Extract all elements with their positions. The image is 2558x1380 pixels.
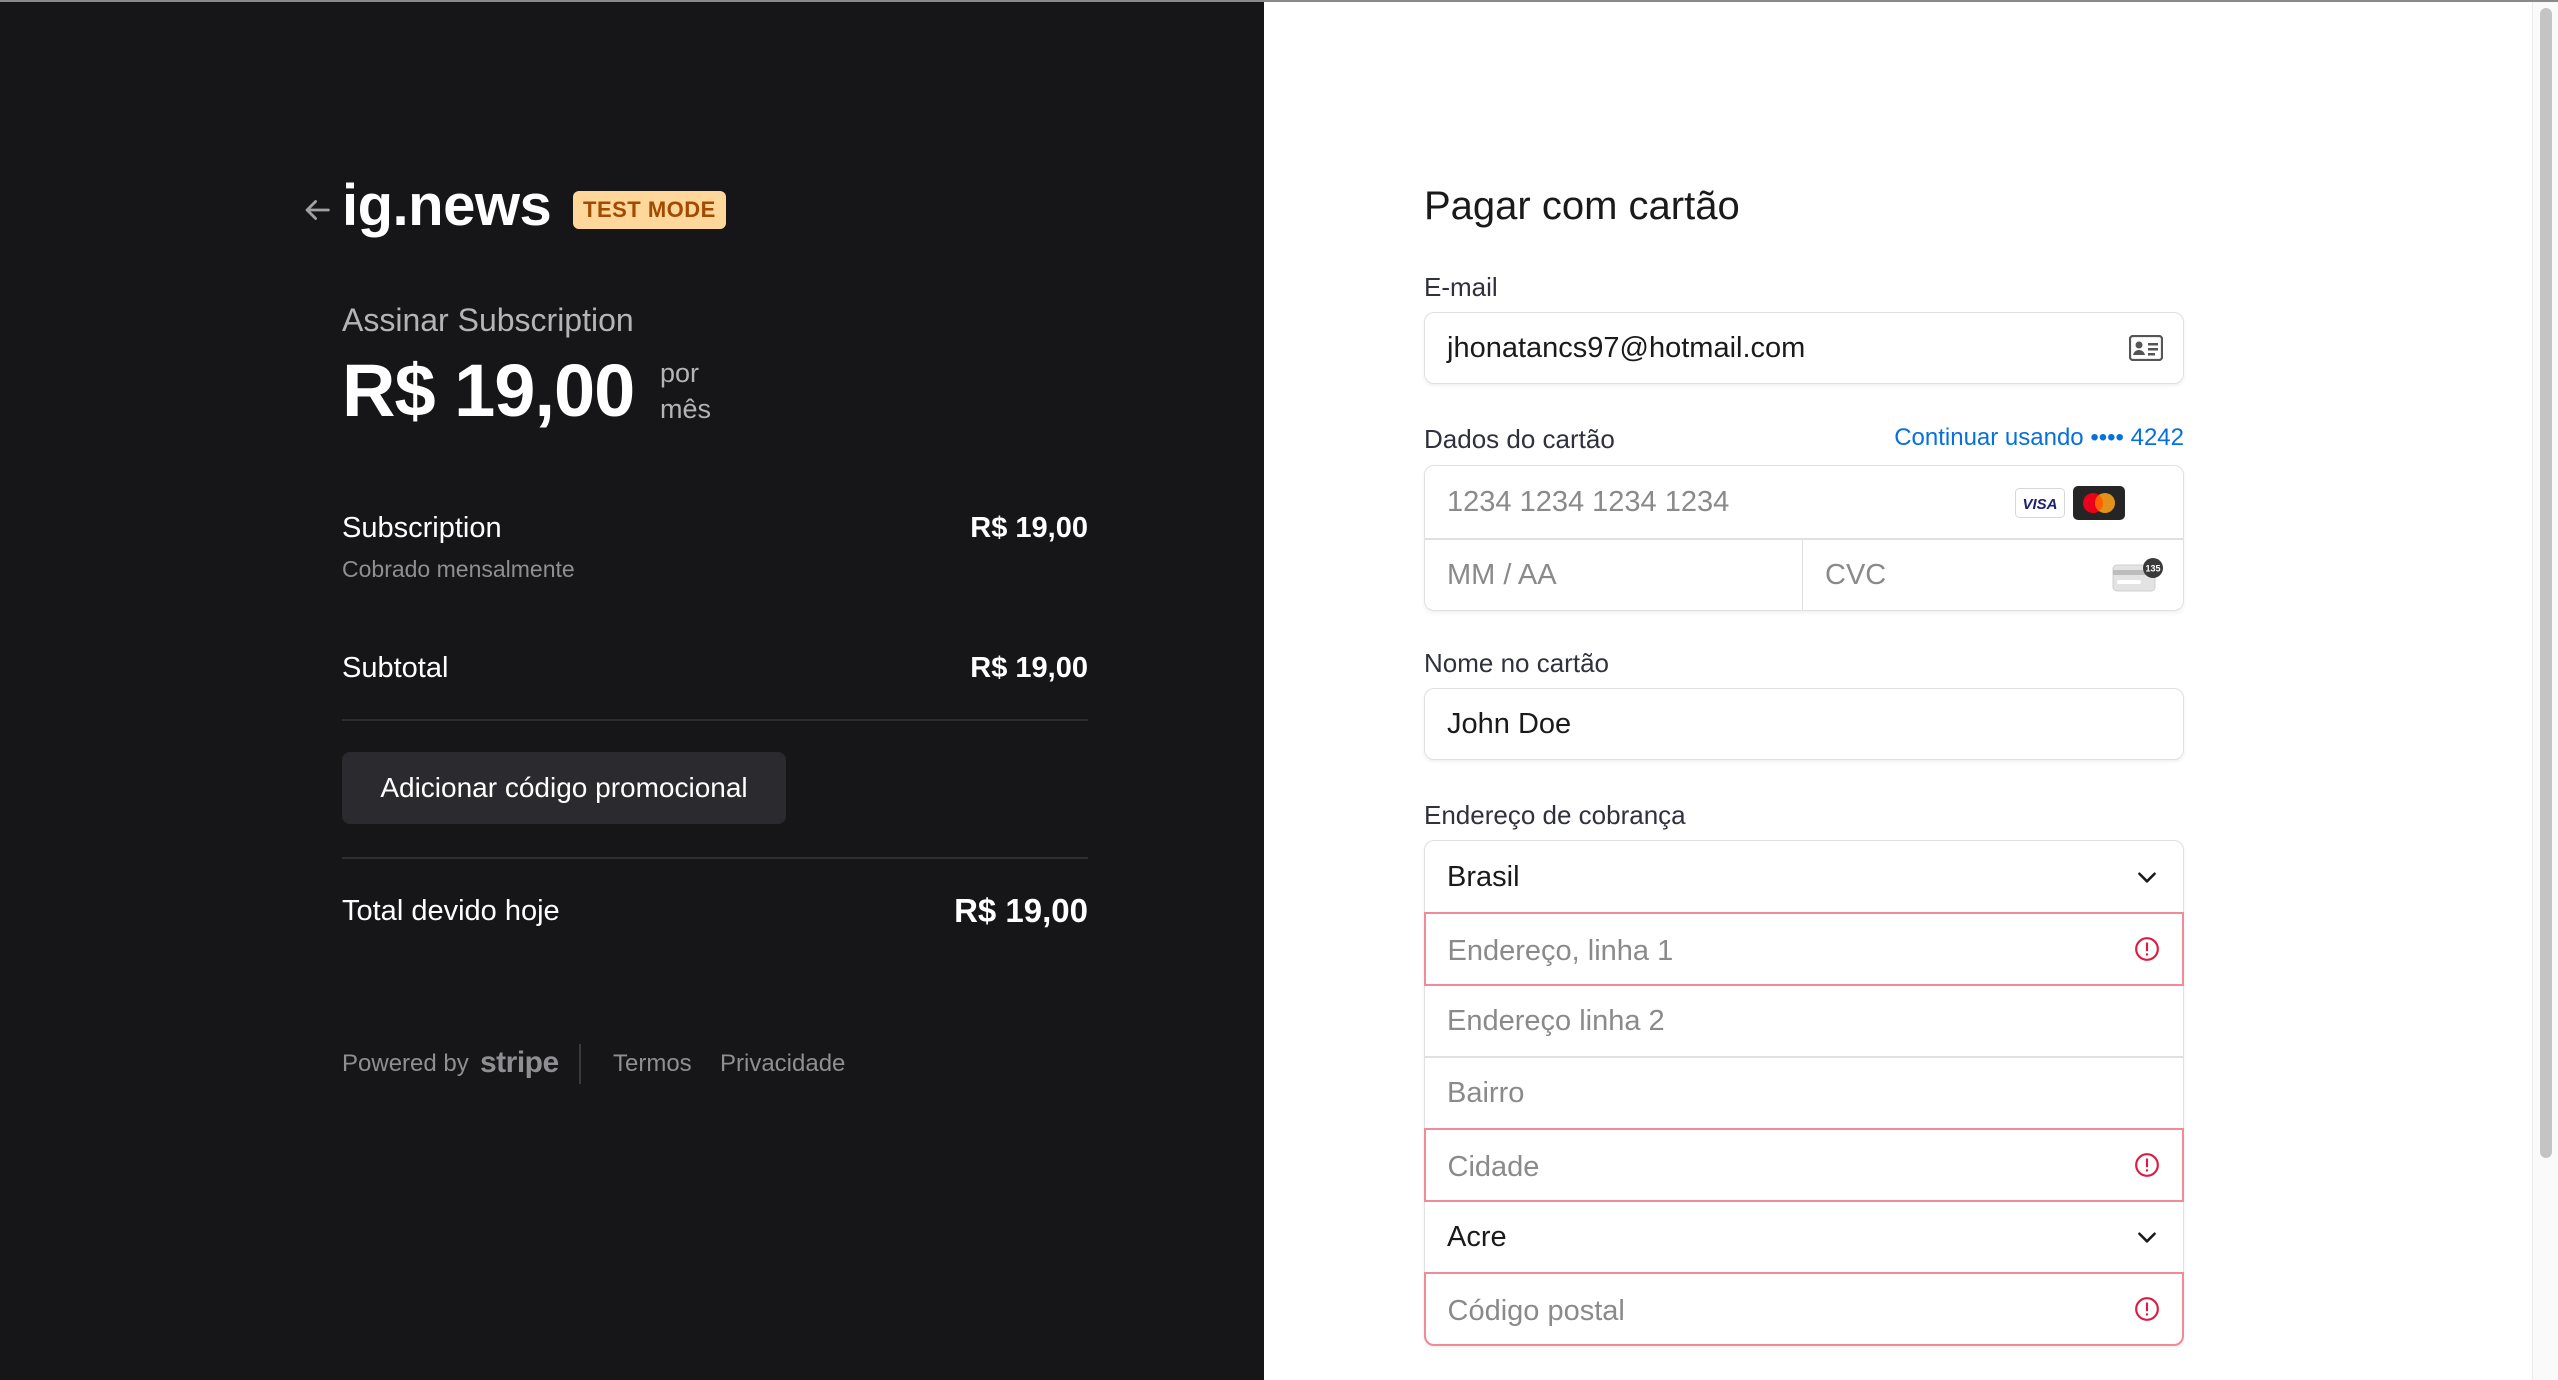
subscription-title: Assinar Subscription	[342, 302, 634, 338]
footer-divider	[579, 1044, 581, 1084]
card-number-placeholder: 1234 1234 1234 1234	[1447, 486, 1730, 518]
svg-text:VISA: VISA	[2022, 496, 2057, 513]
error-icon	[2134, 1153, 2159, 1177]
line-item-amount: R$ 19,00	[970, 512, 1088, 544]
total-amount: R$ 19,00	[954, 892, 1088, 929]
arrow-left-icon[interactable]	[300, 193, 334, 227]
email-field[interactable]: jhonatancs97@hotmail.com	[1424, 312, 2184, 384]
subtotal-label: Subtotal	[342, 652, 449, 684]
state-value: Acre	[1447, 1221, 1507, 1253]
district-placeholder: Bairro	[1447, 1077, 1525, 1109]
divider	[342, 719, 1088, 721]
email-label: E-mail	[1424, 272, 1498, 302]
privacy-link[interactable]: Privacidade	[720, 1050, 845, 1078]
page-scrollbar[interactable]	[2532, 0, 2558, 1380]
billing-period: por mês	[660, 358, 712, 424]
card-cvc-placeholder: CVC	[1825, 559, 1887, 591]
error-icon	[2134, 937, 2159, 961]
divider	[342, 857, 1088, 859]
subscription-price: R$ 19,00	[342, 349, 635, 432]
email-value[interactable]: jhonatancs97@hotmail.com	[1447, 313, 1805, 383]
line-item-detail: Cobrado mensalmente	[342, 556, 575, 582]
powered-by-text: Powered by	[342, 1050, 469, 1077]
stripe-logo[interactable]: stripe	[480, 1046, 559, 1080]
card-fields-group: 1234 1234 1234 1234 VISA MM / AA CVC 135	[1424, 465, 2184, 611]
cardholder-name-field[interactable]: John Doe	[1424, 688, 2184, 760]
card-details-label: Dados do cartão	[1424, 424, 1615, 454]
postal-code-input[interactable]: Código postal	[1423, 1272, 2184, 1346]
contact-card-icon	[2129, 335, 2163, 361]
cardholder-name-label: Nome no cartão	[1424, 648, 1609, 678]
chevron-down-icon	[2138, 872, 2156, 883]
visa-icon: VISA	[2015, 488, 2065, 518]
billing-address-label: Endereço de cobrança	[1424, 800, 1686, 830]
window-top-border	[0, 0, 2558, 2]
brand-name[interactable]: ig.news	[342, 172, 552, 239]
add-promo-code-button[interactable]: Adicionar código promocional	[342, 752, 786, 824]
scrollbar-thumb[interactable]	[2540, 8, 2552, 1158]
country-select[interactable]: Brasil	[1425, 841, 2182, 913]
city-input[interactable]: Cidade	[1423, 1128, 2184, 1202]
error-icon	[2134, 1297, 2159, 1321]
cvc-icon-number: 135	[2145, 564, 2160, 574]
terms-link[interactable]: Termos	[613, 1050, 692, 1078]
test-mode-badge: TEST MODE	[573, 191, 726, 229]
city-placeholder: Cidade	[1447, 1151, 1540, 1183]
total-label: Total devido hoje	[342, 895, 560, 927]
district-input[interactable]: Bairro	[1425, 1058, 2182, 1128]
order-summary-panel: ig.news TEST MODE Assinar Subscription R…	[0, 0, 1264, 1380]
address-line2-placeholder: Endereço linha 2	[1447, 1005, 1665, 1037]
address-line2-input[interactable]: Endereço linha 2	[1425, 986, 2182, 1056]
subtotal-amount: R$ 19,00	[970, 652, 1088, 684]
billing-address-group: Brasil Endereço, linha 1 Endereço linha …	[1423, 840, 2184, 1346]
cvc-card-icon: 135	[2112, 558, 2163, 592]
mastercard-icon	[2073, 486, 2125, 520]
payment-form-title: Pagar com cartão	[1424, 184, 1740, 228]
cardholder-name-value[interactable]: John Doe	[1447, 689, 1571, 759]
address-line1-placeholder: Endereço, linha 1	[1447, 935, 1674, 967]
line-item-name: Subscription	[342, 512, 502, 544]
postal-code-placeholder: Código postal	[1447, 1295, 1625, 1327]
chevron-down-icon	[2138, 1232, 2156, 1243]
card-expiry-placeholder: MM / AA	[1447, 559, 1557, 591]
continue-with-saved-card-link[interactable]: Continuar usando •••• 4242	[1866, 424, 2184, 452]
address-line1-input[interactable]: Endereço, linha 1	[1423, 912, 2184, 986]
card-number-input[interactable]: 1234 1234 1234 1234 VISA	[1425, 466, 2182, 538]
state-select[interactable]: Acre	[1425, 1202, 2182, 1272]
card-cvc-input[interactable]: CVC 135	[1803, 539, 2182, 611]
country-value: Brasil	[1447, 861, 1520, 893]
card-expiry-input[interactable]: MM / AA	[1425, 539, 1803, 611]
